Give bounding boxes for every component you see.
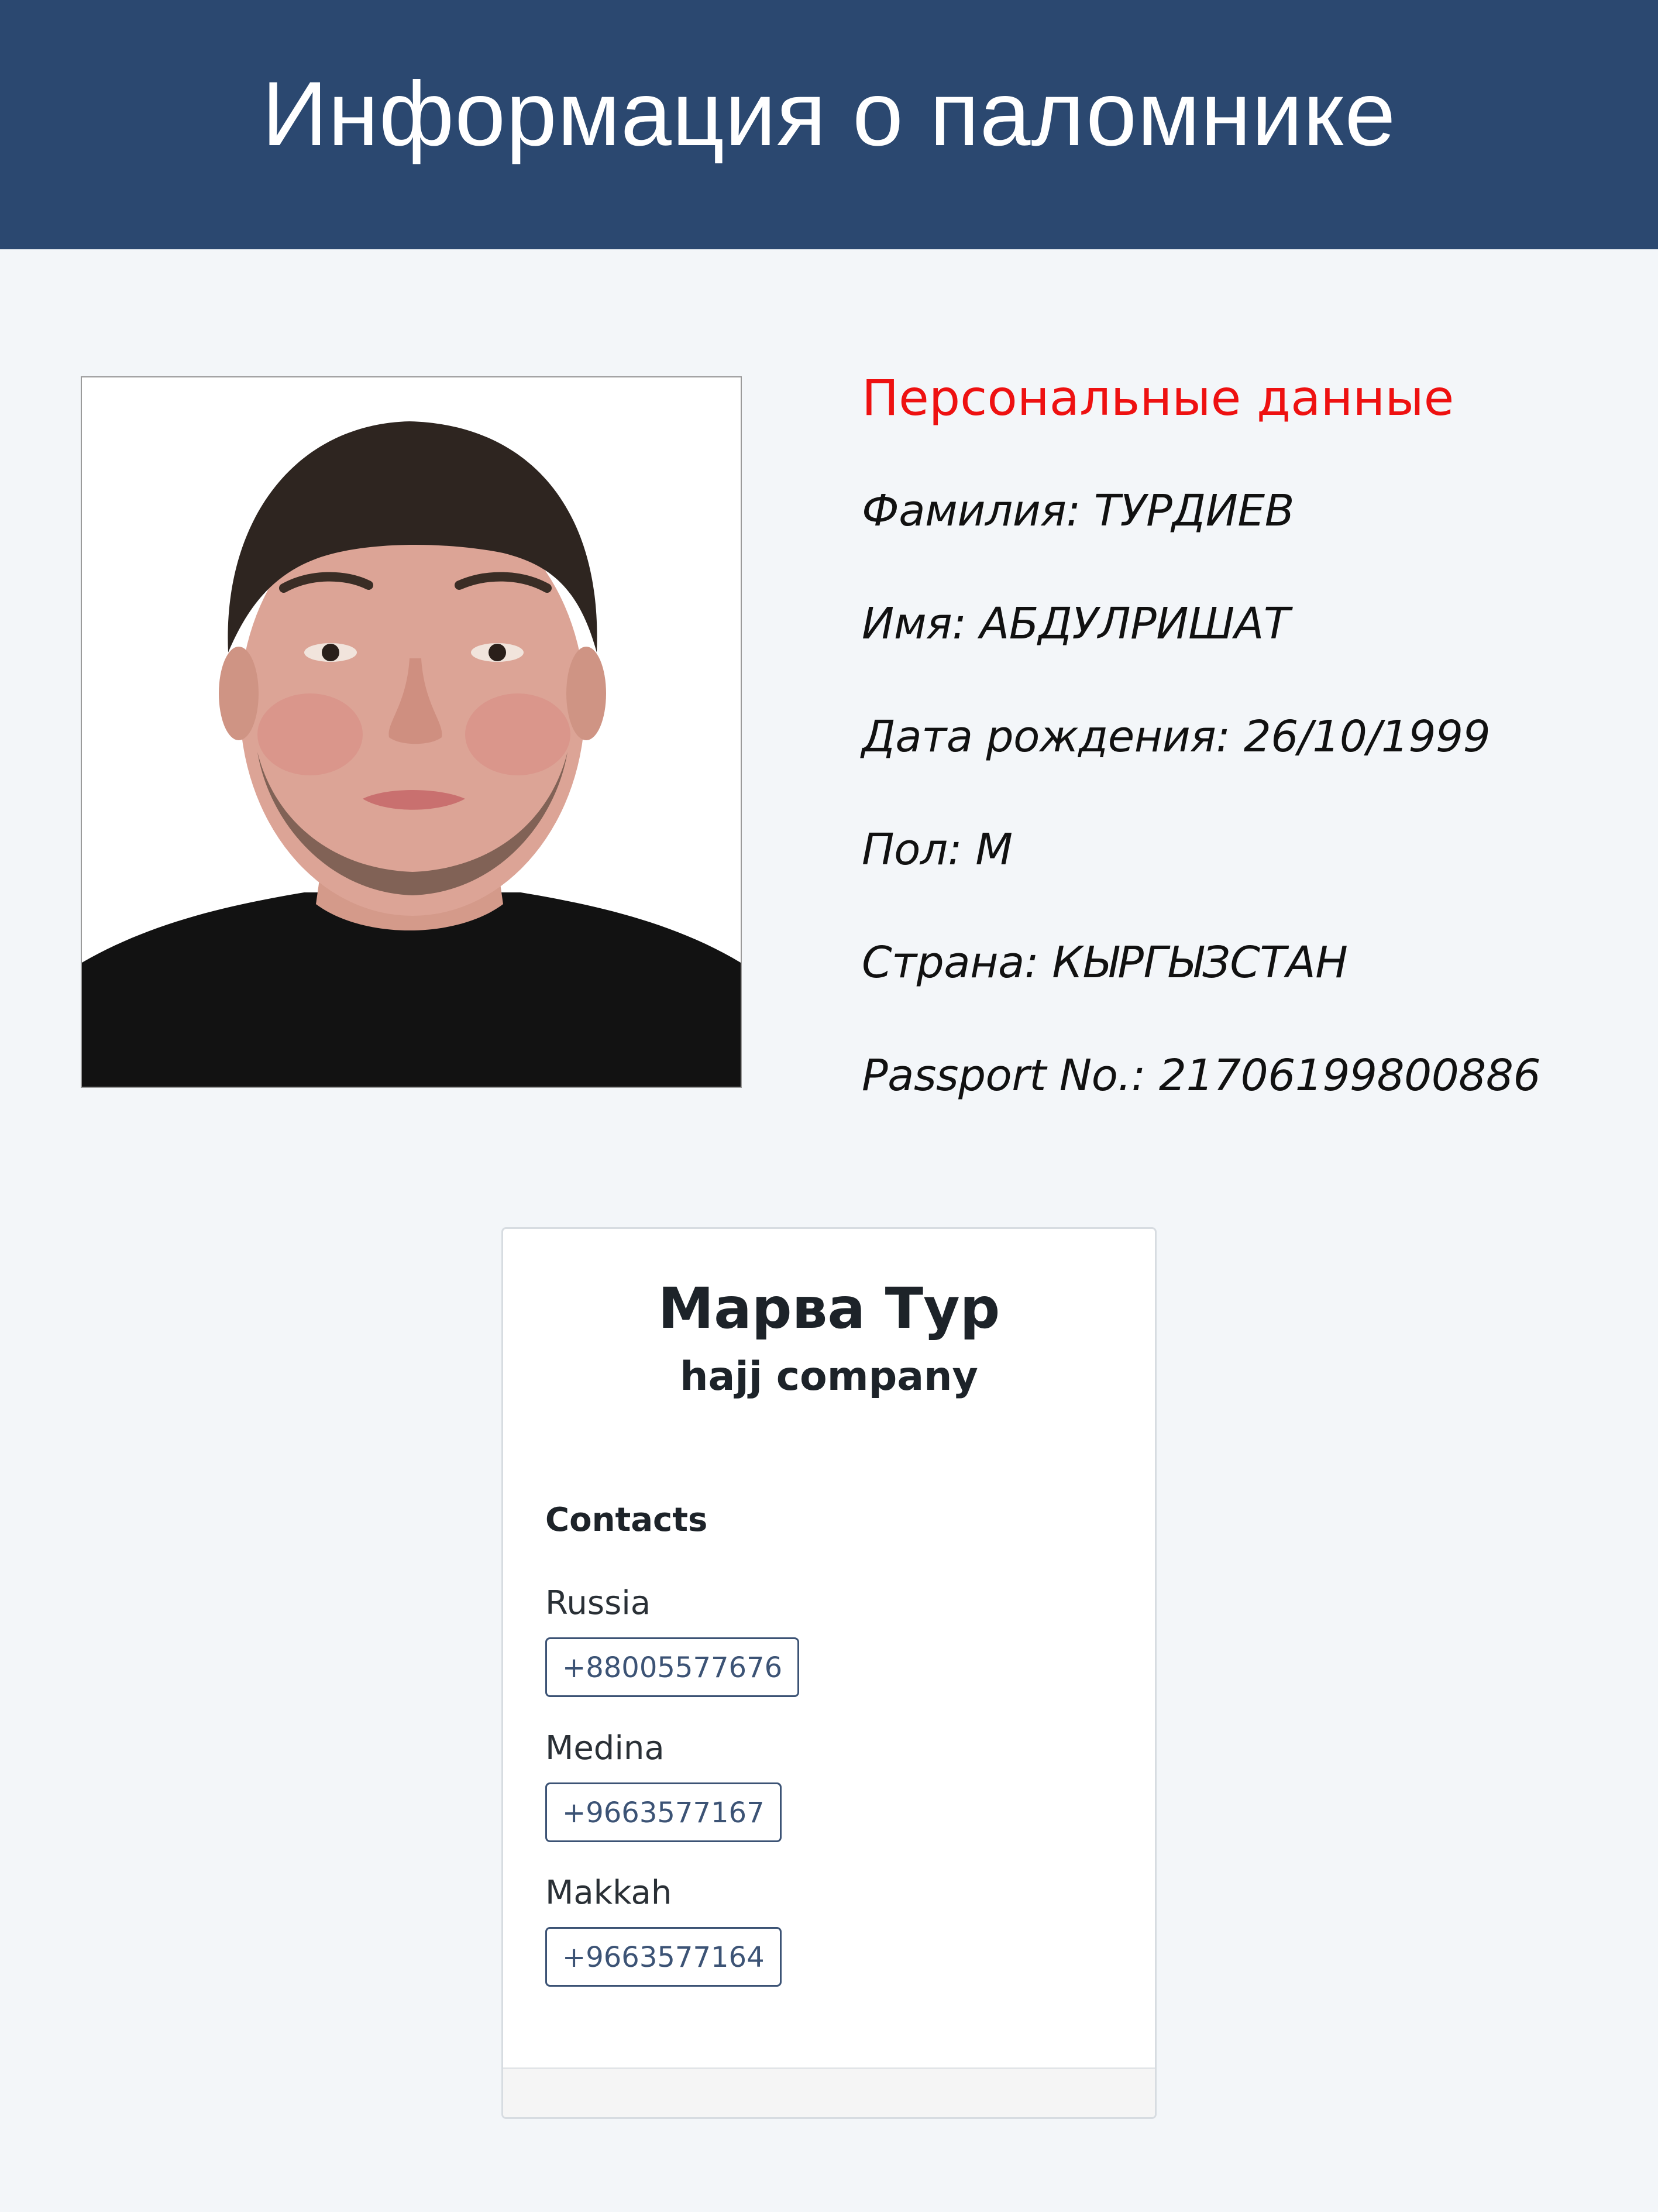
passport-value: 21706199800886	[1158, 1050, 1541, 1101]
page-header: Информация о паломнике	[0, 0, 1658, 249]
contact-location: Makkah	[545, 1874, 672, 1912]
contact-item-medina: Medina +9663577167	[545, 1725, 782, 1842]
surname-label: Фамилия:	[862, 486, 1081, 536]
contact-item-makkah: Makkah +9663577164	[545, 1870, 782, 1987]
contacts-heading: Contacts	[545, 1501, 708, 1539]
gender-value: M	[975, 825, 1013, 875]
contact-item-russia: Russia +88005577676	[545, 1580, 800, 1697]
phone-button-russia[interactable]: +88005577676	[545, 1637, 800, 1697]
given-name-label: Имя:	[862, 599, 966, 649]
company-subtitle: hajj company	[680, 1354, 978, 1400]
birth-date-value: 26/10/1999	[1243, 712, 1491, 762]
personal-data-heading: Персональные данные	[862, 369, 1454, 427]
personal-data-section: Персональные данные Фамилия: ТУРДИЕВ Имя…	[862, 363, 1622, 1153]
pilgrim-photo	[81, 376, 742, 1088]
surname-value: ТУРДИЕВ	[1093, 486, 1295, 536]
gender-label: Пол:	[862, 825, 962, 875]
birth-date-row: Дата рождения: 26/10/1999	[862, 702, 1622, 815]
card-footer	[503, 2067, 1155, 2117]
passport-row: Passport No.: 21706199800886	[862, 1040, 1622, 1153]
portrait-illustration	[82, 377, 741, 1087]
country-row: Страна: КЫРГЫЗСТАН	[862, 928, 1622, 1040]
contact-location: Medina	[545, 1729, 665, 1767]
birth-date-label: Дата рождения:	[862, 712, 1230, 762]
company-card: Марва Тур hajj company Contacts Russia +…	[501, 1227, 1157, 2119]
phone-button-medina[interactable]: +9663577167	[545, 1782, 782, 1842]
phone-button-makkah[interactable]: +9663577164	[545, 1927, 782, 1987]
given-name-value: АБДУЛРИШАТ	[979, 599, 1290, 649]
country-label: Страна:	[862, 937, 1039, 988]
surname-row: Фамилия: ТУРДИЕВ	[862, 476, 1622, 589]
gender-row: Пол: M	[862, 815, 1622, 928]
company-name: Марва Тур	[658, 1276, 1000, 1341]
contact-location: Russia	[545, 1584, 651, 1622]
page-title: Информация о паломнике	[262, 63, 1396, 165]
passport-label: Passport No.:	[862, 1050, 1146, 1101]
country-value: КЫРГЫЗСТАН	[1052, 937, 1348, 988]
given-name-row: Имя: АБДУЛРИШАТ	[862, 589, 1622, 702]
